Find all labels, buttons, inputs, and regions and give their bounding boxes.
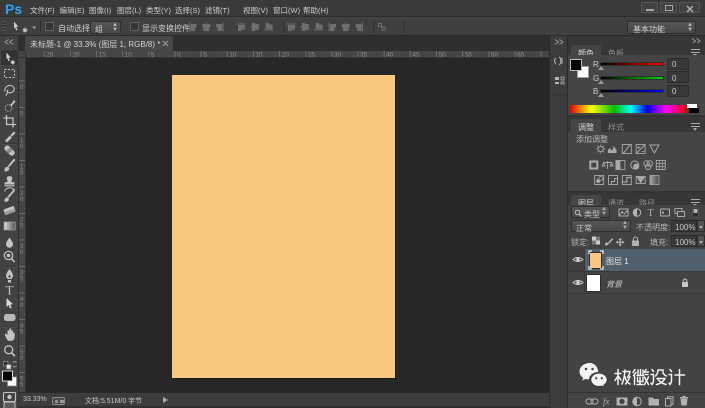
svg-text:fx: fx <box>603 397 610 407</box>
svg-text:T: T <box>647 208 653 219</box>
svg-text:T: T <box>6 283 14 298</box>
